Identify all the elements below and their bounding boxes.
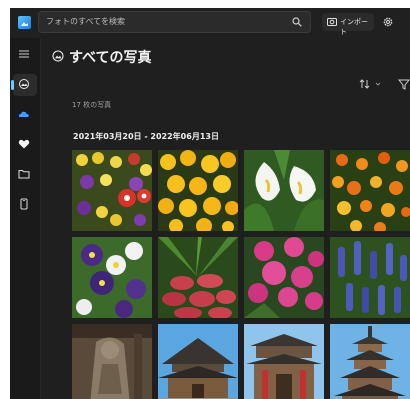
- date-range-header: 2021年03月20日 - 2022年06月13日: [73, 132, 219, 141]
- photo-thumbnail[interactable]: [244, 237, 324, 318]
- orange-marigolds-icon: [330, 150, 410, 231]
- photo-thumbnail[interactable]: [72, 150, 152, 231]
- photo-count: 17 枚の写真: [72, 101, 112, 109]
- wooden-statue-icon: [72, 324, 152, 399]
- purple-pansies-icon: [72, 237, 152, 318]
- pink-rhododendron-icon: [244, 237, 324, 318]
- phone-icon: [20, 198, 28, 210]
- settings-button[interactable]: [379, 13, 397, 31]
- navigation-sidebar: [10, 38, 41, 399]
- temple-gate-icon: [244, 324, 324, 399]
- photos-icon: [52, 50, 64, 62]
- search-input[interactable]: フォトのすべてを検索: [38, 11, 311, 33]
- photo-thumbnail[interactable]: [72, 237, 152, 318]
- photo-thumbnail[interactable]: [158, 237, 238, 318]
- sort-button[interactable]: [359, 76, 385, 90]
- nav-item-onedrive[interactable]: [13, 104, 37, 126]
- hamburger-menu-icon: [19, 50, 29, 58]
- pagoda-icon: [330, 324, 410, 399]
- photos-app-logo-icon: [18, 16, 31, 29]
- title-bar: フォトのすべてを検索 インポート: [10, 8, 410, 38]
- main-content: すべての写真 17 枚の写真 2021年03月20日 - 2022年06月13日: [41, 38, 410, 399]
- nav-item-favorites[interactable]: [13, 134, 37, 156]
- nav-item-device[interactable]: [13, 194, 37, 216]
- photo-thumbnail[interactable]: [158, 324, 238, 399]
- photos-icon: [19, 79, 29, 89]
- photo-thumbnail[interactable]: [158, 150, 238, 231]
- heart-icon: [18, 139, 30, 149]
- temple-hall-icon: [158, 324, 238, 399]
- nav-item-folders[interactable]: [13, 164, 37, 186]
- pansy-flowerbed-icon: [72, 150, 152, 231]
- filter-icon: [397, 79, 410, 90]
- cloud-icon: [18, 111, 29, 117]
- photo-thumbnail[interactable]: [244, 324, 324, 399]
- search-icon[interactable]: [292, 17, 302, 27]
- white-calla-lily-icon: [244, 150, 324, 231]
- search-placeholder: フォトのすべてを検索: [46, 17, 125, 26]
- blue-grape-hyacinth-icon: [330, 237, 410, 318]
- import-icon: [327, 18, 337, 26]
- photos-app-window: フォトのすべてを検索 インポート すべての写真 17 枚の写真 2021年03月…: [10, 8, 410, 399]
- import-button[interactable]: インポート: [322, 13, 374, 36]
- photo-thumbnail[interactable]: [330, 237, 410, 318]
- gear-icon: [383, 17, 393, 27]
- photo-thumbnail[interactable]: [330, 150, 410, 231]
- folder-icon: [18, 170, 30, 179]
- photo-thumbnail[interactable]: [244, 150, 324, 231]
- nav-item-all-photos[interactable]: [11, 74, 37, 96]
- photo-thumbnail[interactable]: [72, 324, 152, 399]
- red-leaf-plant-icon: [158, 237, 238, 318]
- import-label: インポート: [340, 18, 368, 36]
- page-title: すべての写真: [69, 50, 152, 66]
- sort-icon: [359, 79, 381, 89]
- filter-button[interactable]: [397, 76, 410, 90]
- yellow-flowers-icon: [158, 150, 238, 231]
- menu-button[interactable]: [13, 44, 37, 66]
- photo-thumbnail[interactable]: [330, 324, 410, 399]
